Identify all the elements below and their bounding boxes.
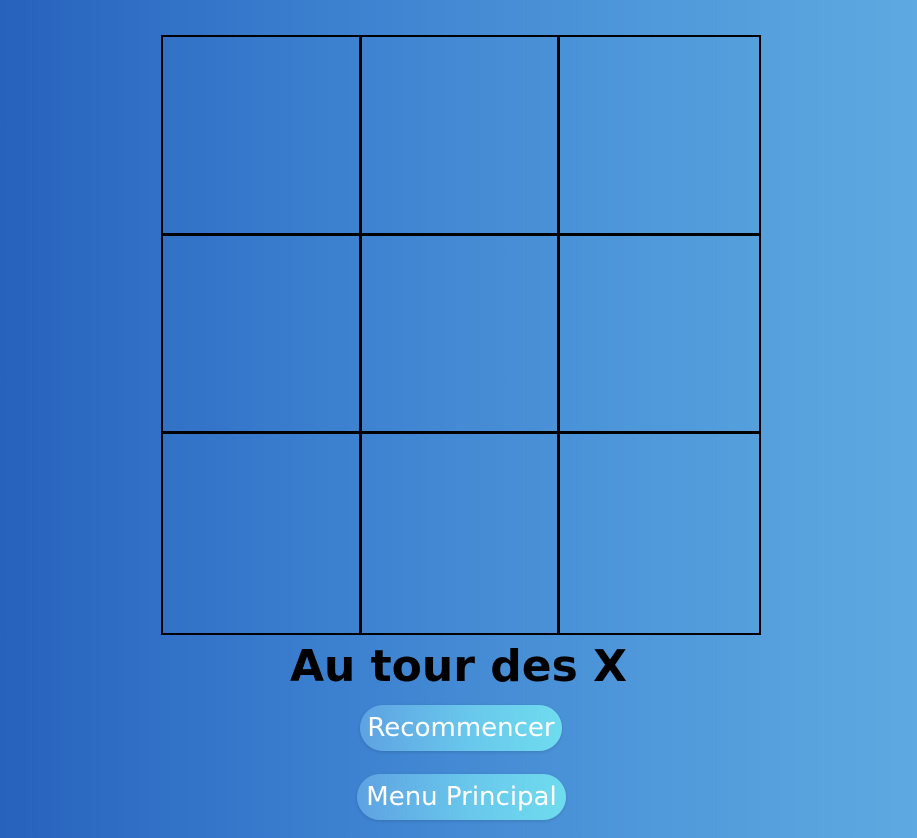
restart-button[interactable]: Recommencer — [360, 705, 562, 751]
main-menu-button[interactable]: Menu Principal — [357, 774, 566, 820]
board-cell-6[interactable] — [560, 236, 759, 435]
board-cell-8[interactable] — [362, 434, 561, 633]
board-cell-4[interactable] — [163, 235, 362, 435]
board-cell-9[interactable] — [560, 434, 759, 633]
tic-tac-toe-board — [161, 35, 761, 635]
board-cell-7[interactable] — [163, 434, 362, 633]
board-cell-1[interactable] — [163, 37, 362, 236]
board-cell-3[interactable] — [560, 37, 759, 236]
turn-status: Au tour des X — [289, 641, 628, 692]
board-cell-2[interactable] — [361, 37, 561, 236]
board-cell-5[interactable] — [361, 235, 561, 435]
